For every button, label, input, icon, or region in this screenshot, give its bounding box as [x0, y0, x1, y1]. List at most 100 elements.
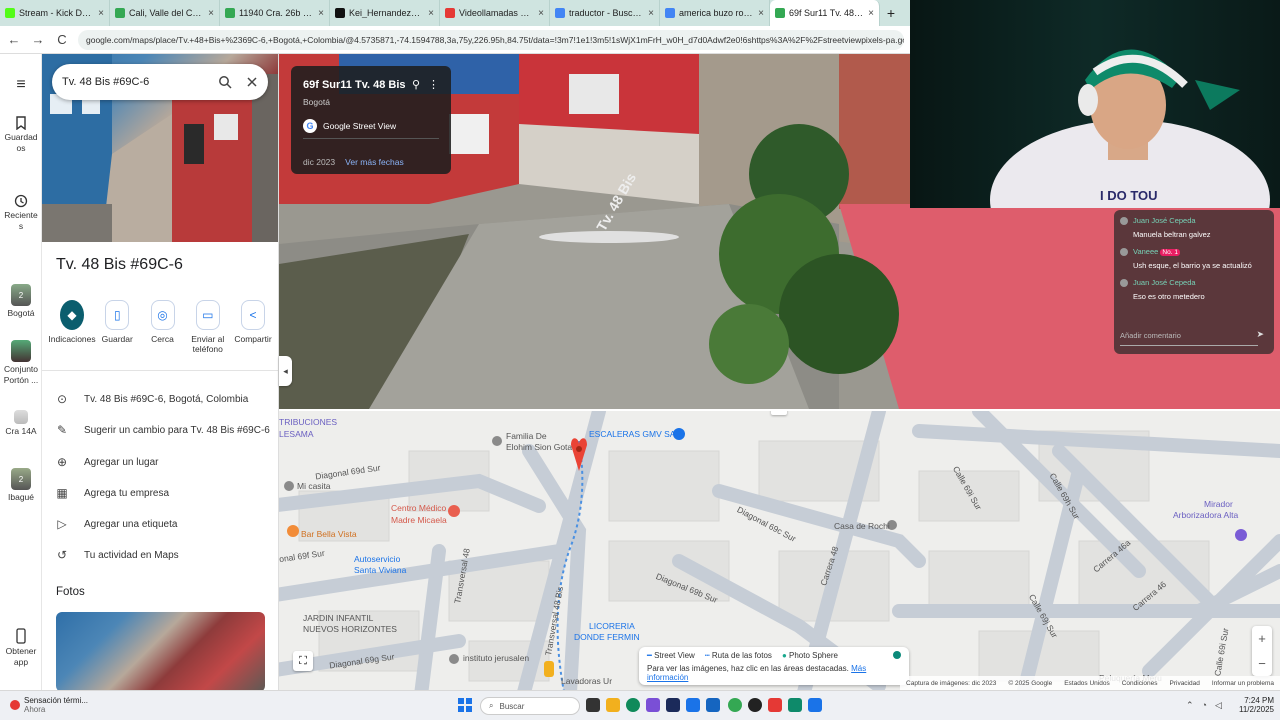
more-dates-link[interactable]: Ver más fechas [345, 157, 404, 167]
photo-thumbnail[interactable] [56, 612, 265, 690]
attribution-item[interactable]: Condiciones [1122, 680, 1158, 687]
map-pane[interactable]: TRIBUCIONES LESAMA Familia De Elohim Sio… [279, 409, 1280, 690]
send-to-phone-button[interactable]: ▭ Enviar al teléfono [186, 300, 230, 354]
location-pin-icon[interactable]: ⚲ [412, 78, 420, 91]
app-icon[interactable] [686, 698, 700, 712]
file-explorer-icon[interactable] [606, 698, 620, 712]
map-label[interactable]: Elohim Sion Gota [506, 442, 572, 452]
rail-item-saved[interactable]: Guardados [0, 116, 42, 154]
map-label[interactable]: Familia De [506, 431, 547, 441]
browser-tab[interactable]: 11940 Cra. 26b 3 - Google Map × [220, 0, 330, 26]
add-place-row[interactable]: ⊕ Agregar un lugar [56, 455, 159, 469]
share-button[interactable]: < Compartir [231, 300, 275, 354]
collapse-panel-button[interactable]: ◂ [279, 356, 292, 386]
reload-icon[interactable]: C [54, 32, 70, 47]
browser-tab[interactable]: Cali, Valle del Cauca - Google M × [110, 0, 220, 26]
map-label[interactable]: Lavadoras Ur [561, 676, 612, 686]
expand-map-icon[interactable]: ⛶ [293, 651, 313, 671]
close-tab-icon[interactable]: × [758, 8, 764, 19]
map-label[interactable]: NUEVOS HORIZONTES [303, 624, 397, 634]
app-icon[interactable] [646, 698, 660, 712]
menu-icon[interactable]: ≡ [0, 76, 42, 94]
url-input[interactable]: google.com/maps/place/Tv.+48+Bis+%2369C-… [78, 29, 904, 50]
map-label[interactable]: Madre Micaela [391, 515, 447, 525]
maps-activity-row[interactable]: ↺ Tu actividad en Maps [56, 548, 179, 562]
search-icon[interactable] [218, 75, 232, 89]
app-icon[interactable] [666, 698, 680, 712]
map-label[interactable]: Mirador [1204, 499, 1233, 509]
clock[interactable]: 7:24 PM 11/2/2025 [1238, 696, 1274, 714]
browser-tab[interactable]: Stream - Kick Dashboard × [0, 0, 110, 26]
address-row[interactable]: ⊙ Tv. 48 Bis #69C-6, Bogotá, Colombia [56, 392, 248, 406]
attribution-item[interactable]: Privacidad [1170, 680, 1200, 687]
rail-item-recents[interactable]: Recientes [0, 194, 42, 232]
map-label[interactable]: TRIBUCIONES [279, 417, 337, 427]
map-label[interactable]: Autoservicio [354, 554, 400, 564]
app-icon[interactable] [788, 698, 802, 712]
map-label[interactable]: JARDIN INFANTIL [303, 613, 373, 623]
close-tab-icon[interactable]: × [98, 8, 104, 19]
new-tab-button[interactable]: + [880, 0, 902, 26]
toggle-icon[interactable] [893, 651, 901, 659]
rail-item-get-app[interactable]: Obtener app [0, 628, 42, 668]
attribution-item[interactable]: Informar un problema [1212, 680, 1274, 687]
browser-tab-active[interactable]: 69f Sur11 Tv. 48 Bis - Google M × [770, 0, 880, 26]
close-tab-icon[interactable]: × [538, 8, 544, 19]
chrome-icon[interactable] [728, 698, 742, 712]
nearby-button[interactable]: ◎ Cerca [141, 300, 185, 354]
weather-widget[interactable]: Sensación térmi... Ahora [10, 696, 88, 714]
network-icon[interactable]: ◔ [1202, 700, 1207, 711]
app-icon[interactable] [808, 698, 822, 712]
add-business-row[interactable]: ▦ Agrega tu empresa [56, 486, 169, 500]
map-label[interactable]: instituto jerusalen [463, 653, 529, 663]
map-label[interactable]: LICORERIA [589, 621, 635, 631]
app-icon[interactable] [706, 698, 720, 712]
task-view-icon[interactable] [586, 698, 600, 712]
search-input[interactable]: Tv. 48 Bis #69C-6 [62, 76, 218, 88]
map-label[interactable]: LESAMA [279, 429, 314, 439]
browser-tab[interactable]: america buzo rojo con negro h × [660, 0, 770, 26]
more-options-icon[interactable]: ⋮ [428, 78, 439, 91]
zoom-out-button[interactable]: − [1258, 656, 1266, 671]
save-button[interactable]: ▯ Guardar [95, 300, 139, 354]
close-tab-icon[interactable]: × [208, 8, 214, 19]
attribution-item[interactable]: Estados Unidos [1064, 680, 1110, 687]
suggest-edit-row[interactable]: ✎ Sugerir un cambio para Tv. 48 Bis #69C-… [56, 423, 270, 437]
pegman-icon[interactable] [544, 661, 554, 677]
close-tab-icon[interactable]: × [648, 8, 654, 19]
map-label[interactable]: Arborizadora Alta [1173, 510, 1238, 520]
map-label[interactable]: Mi casita [297, 481, 331, 491]
map-label[interactable]: ESCALERAS GMV SAS [589, 429, 681, 439]
windows-start-icon[interactable] [458, 698, 472, 712]
map-label[interactable]: Centro Médico [391, 503, 446, 513]
close-tab-icon[interactable]: × [868, 8, 874, 19]
app-icon[interactable] [768, 698, 782, 712]
rail-item-recent-place[interactable]: Cra 14A [0, 410, 42, 436]
back-icon[interactable]: ← [6, 32, 22, 47]
taskbar-search[interactable]: ⌕ Buscar [480, 697, 580, 715]
close-tab-icon[interactable]: × [428, 8, 434, 19]
browser-tab[interactable]: traductor - Buscar con Google × [550, 0, 660, 26]
add-label-row[interactable]: ▷ Agregar una etiqueta [56, 517, 177, 531]
map-label[interactable]: Bar Bella Vista [301, 529, 357, 539]
chevron-up-icon[interactable]: ⌃ [1186, 700, 1194, 711]
search-box[interactable]: Tv. 48 Bis #69C-6 [52, 64, 268, 100]
zoom-in-button[interactable]: + [1258, 631, 1266, 646]
browser-tab[interactable]: Videollamadas OmeTV — A× [440, 0, 550, 26]
map-label[interactable]: DONDE FERMIN [574, 632, 640, 642]
forward-icon[interactable]: → [30, 32, 46, 47]
resize-handle[interactable]: = [771, 411, 787, 415]
rail-item-recent-place[interactable]: 2 Ibagué [0, 468, 42, 502]
obs-icon[interactable] [748, 698, 762, 712]
volume-icon[interactable]: ◁ [1215, 700, 1222, 711]
send-icon[interactable]: ➤ [1256, 329, 1264, 340]
close-tab-icon[interactable]: × [318, 8, 324, 19]
rail-item-recent-place[interactable]: Conjunto Portón ... [0, 340, 42, 386]
directions-button[interactable]: ◆ Indicaciones [48, 300, 96, 354]
place-hero-photo[interactable]: Tv. 48 Bis #69C-6 [42, 54, 278, 242]
rail-item-recent-place[interactable]: 2 Bogotá [0, 284, 42, 318]
map-label[interactable]: Santa Viviana [354, 565, 406, 575]
close-icon[interactable] [246, 76, 258, 88]
edge-icon[interactable] [626, 698, 640, 712]
map-label[interactable]: Casa de Rochi [834, 521, 890, 531]
